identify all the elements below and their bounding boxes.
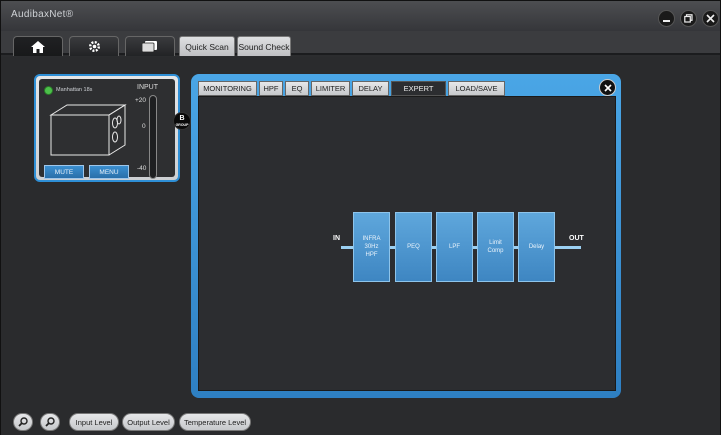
tab-eq[interactable]: EQ — [285, 81, 309, 96]
monitor-icon — [142, 40, 157, 52]
home-icon — [31, 40, 45, 53]
restore-icon[interactable] — [680, 10, 697, 27]
zoom-in-button[interactable] — [13, 413, 33, 431]
group-label: GROUP — [175, 123, 189, 127]
tab-quick-scan[interactable]: Quick Scan — [179, 36, 235, 56]
signal-in-label: IN — [333, 235, 340, 242]
meter-tick-top: +20 — [135, 97, 147, 104]
meter-tick-mid: 0 — [142, 123, 146, 130]
tab-expert[interactable]: EXPERT — [391, 81, 446, 96]
input-level-meter — [149, 95, 157, 179]
zoom-out-icon — [45, 417, 55, 427]
block-delay[interactable]: Delay — [518, 212, 555, 282]
tab-home[interactable] — [13, 36, 63, 56]
menu-button[interactable]: MENU — [89, 165, 129, 179]
title-bar: AudibaxNet® — [1, 1, 720, 31]
tab-settings[interactable] — [69, 36, 119, 56]
block-lpf[interactable]: LPF — [436, 212, 473, 282]
device-card-body: Manhattan 18s INPUT +20 0 -40 MUTE MENU — [39, 79, 175, 179]
app-window: AudibaxNet® Quick Scan Sound Check Manha… — [0, 0, 721, 435]
tab-delay[interactable]: DELAY — [352, 81, 389, 96]
device-card[interactable]: Manhattan 18s INPUT +20 0 -40 MUTE MENU — [34, 74, 180, 182]
mute-button[interactable]: MUTE — [44, 165, 84, 179]
app-title: AudibaxNet® — [11, 9, 74, 20]
tab-load-save[interactable]: LOAD/SAVE — [448, 81, 505, 96]
group-letter: B — [179, 115, 185, 122]
signal-out-label: OUT — [569, 235, 584, 242]
zoom-out-button[interactable] — [40, 413, 60, 431]
group-badge[interactable]: B GROUP — [173, 112, 191, 130]
meter-tick-bottom: -40 — [137, 165, 147, 172]
tab-monitoring[interactable]: MONITORING — [198, 81, 257, 96]
input-level-button[interactable]: Input Level — [69, 413, 119, 431]
block-peq[interactable]: PEQ — [395, 212, 432, 282]
main-tab-bar: Quick Scan Sound Check — [1, 31, 720, 56]
output-level-button[interactable]: Output Level — [122, 413, 175, 431]
speaker-cabinet-icon — [49, 104, 127, 156]
close-icon[interactable] — [702, 10, 719, 27]
tab-hpf[interactable]: HPF — [259, 81, 283, 96]
temperature-level-button[interactable]: Temperature Level — [179, 413, 251, 431]
input-meter-label: INPUT — [137, 84, 158, 91]
tab-sound-check[interactable]: Sound Check — [237, 36, 291, 56]
gear-icon — [88, 40, 100, 53]
zoom-in-icon — [18, 417, 28, 427]
tab-limiter[interactable]: LIMITER — [311, 81, 350, 96]
close-panel-icon[interactable] — [599, 79, 616, 96]
status-led — [44, 86, 53, 95]
minimize-icon[interactable] — [658, 10, 675, 27]
block-limit-comp[interactable]: Limit Comp — [477, 212, 514, 282]
device-name: Manhattan 18s — [56, 87, 93, 93]
block-infra-hpf[interactable]: INFRA 30Hz HPF — [353, 212, 390, 282]
tab-devices[interactable] — [125, 36, 175, 56]
